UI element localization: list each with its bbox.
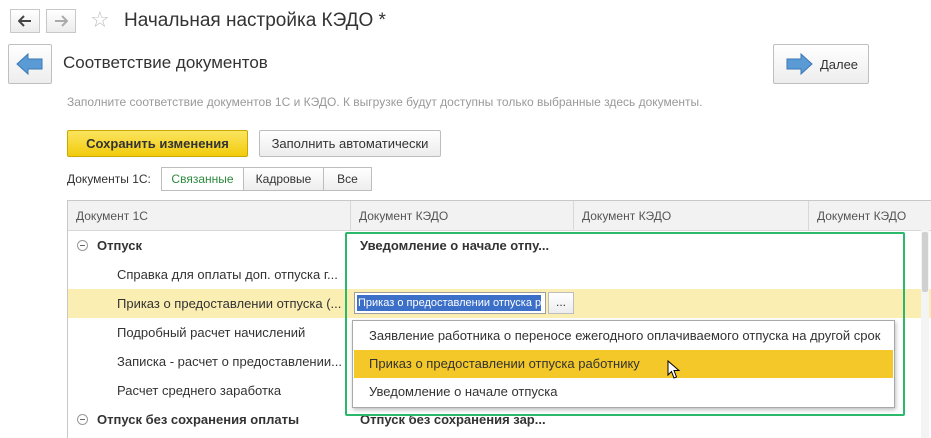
favorite-star-icon[interactable]: ☆ [90,7,110,33]
autofill-button[interactable]: Заполнить автоматически [259,130,441,157]
forward-button[interactable] [46,9,76,33]
arrow-right-icon [55,15,68,27]
doc1c-cell: Расчет среднего заработка [117,383,282,398]
title-bar: ☆ Начальная настройка КЭДО * [0,0,931,40]
column-header-kedo[interactable]: Документ КЭДО [351,201,574,231]
next-step-button[interactable]: Далее [773,44,869,84]
page-title: Соответствие документов [63,53,268,72]
collapse-icon[interactable] [77,414,88,425]
back-button[interactable] [10,9,40,33]
collapse-icon[interactable] [77,240,88,251]
mouse-cursor-icon [667,360,681,379]
instruction-text: Заполните соответствие документов 1С и К… [67,95,703,109]
doc1c-cell: Подробный расчет начислений [117,325,306,340]
document-filter: Связанные Кадровые Все [161,167,372,191]
table-header: Документ 1С Документ КЭДО Документ КЭДО … [68,201,931,231]
doc1c-cell: Отпуск без сохранения оплаты [97,412,300,427]
scrollbar[interactable] [919,230,931,438]
window-title: Начальная настройка КЭДО * [124,10,386,31]
column-header-kedo[interactable]: Документ КЭДО [574,201,809,231]
doc1c-cell: Приказ о предоставлении отпуска (... [117,296,342,311]
next-step-label: Далее [819,56,859,72]
filter-linked[interactable]: Связанные [161,167,244,191]
arrow-right-icon [786,53,813,75]
dropdown-item[interactable]: Заявление работника о переносе ежегодног… [354,322,893,350]
doc1c-cell: Отпуск [97,238,142,253]
column-header-kedo[interactable]: Документ КЭДО [809,201,931,231]
save-changes-button[interactable]: Сохранить изменения [67,130,248,157]
dropdown-item[interactable]: Уведомление о начале отпуска [354,378,893,406]
doc1c-cell: Справка для оплаты доп. отпуска г... [117,267,338,282]
kedo-document-dropdown: Заявление работника о переносе ежегодног… [352,320,895,408]
filter-all[interactable]: Все [323,167,372,191]
filter-personnel[interactable]: Кадровые [243,167,324,191]
filter-label: Документы 1С: [67,172,151,186]
arrow-left-icon [18,15,31,27]
column-header-doc1c[interactable]: Документ 1С [68,201,351,231]
dropdown-item-highlighted[interactable]: Приказ о предоставлении отпуска работник… [354,350,893,378]
arrow-left-icon [16,53,43,75]
doc1c-cell: Записка - расчет о предоставлении... [117,354,342,369]
previous-step-button[interactable] [8,44,52,84]
